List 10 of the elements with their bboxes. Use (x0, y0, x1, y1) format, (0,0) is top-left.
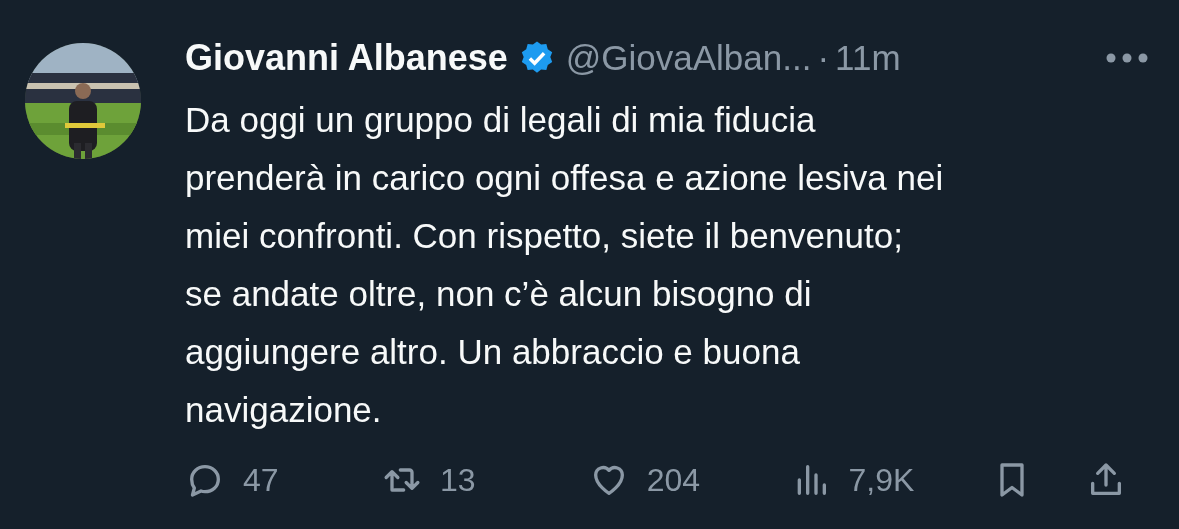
more-icon[interactable] (1105, 52, 1149, 64)
separator: · (817, 36, 830, 79)
action-count: 13 (439, 461, 476, 500)
post-time[interactable]: 11m (835, 31, 901, 85)
author-handle[interactable]: @GiovaAlban... (565, 31, 812, 85)
action-count: 7,9K (848, 461, 915, 500)
post-text: Da oggi un gruppo di legali di mia fiducia prenderà in carico ogni offesa e azione lesiva nei miei confronti. Con rispetto, siete il benvenuto; se andate oltre, non c’è alcun bisogno di aggiungere altro. Un abbraccio e buona navigazione. (185, 99, 944, 431)
author-name[interactable]: Giovanni Albanese (185, 31, 508, 85)
action-count: 204 (646, 461, 701, 500)
action-count: 47 (243, 461, 279, 500)
